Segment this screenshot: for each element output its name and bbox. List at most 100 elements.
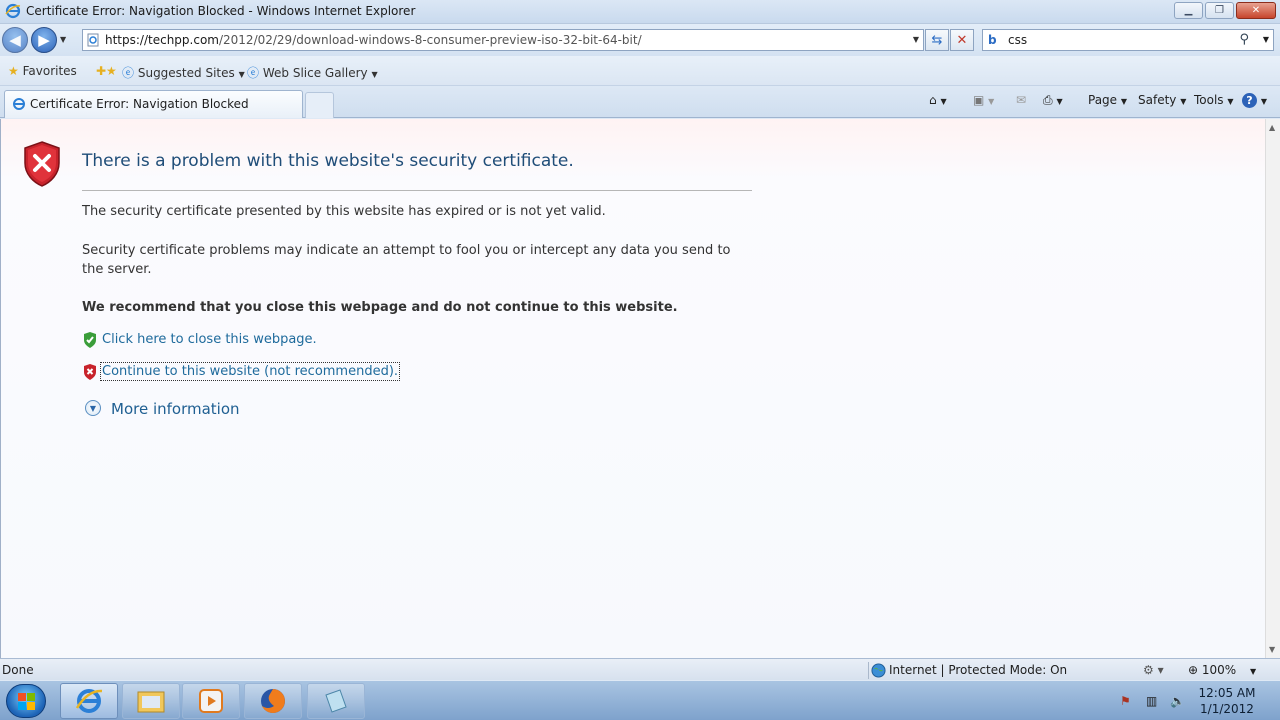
taskbar-firefox[interactable] [244, 683, 302, 719]
start-button[interactable] [6, 684, 46, 718]
url-host: https://techpp.com [105, 33, 219, 47]
clock-time: 12:05 AM [1198, 686, 1256, 700]
printer-icon: ⎙ [1043, 93, 1053, 107]
bing-icon: b [988, 33, 997, 47]
folder-icon [137, 691, 165, 713]
chevron-down-icon: ▼ [1120, 97, 1128, 106]
taskbar-internet-explorer[interactable] [60, 683, 118, 719]
globe-icon [871, 663, 886, 678]
action-center-icon[interactable]: ⚑ [1120, 694, 1131, 708]
forward-arrow-icon: ▶ [38, 31, 50, 49]
firefox-icon [261, 689, 285, 713]
chevron-down-icon: ▼ [1250, 667, 1257, 676]
favorites-item-web-slice-gallery[interactable]: ⓔ Web Slice Gallery ▼ [247, 64, 378, 81]
home-button[interactable]: ⌂ ▼ [929, 93, 947, 107]
chevron-down-icon: ▼ [1260, 97, 1267, 106]
tab-bar: Certificate Error: Navigation Blocked ⌂ … [0, 86, 1280, 118]
expand-more-info-icon[interactable]: ▼ [85, 400, 101, 416]
scroll-up-icon[interactable]: ▲ [1269, 123, 1275, 132]
safety-menu-label: Safety [1138, 93, 1177, 107]
status-bar: Done Internet | Protected Mode: On ⚙ ▾ ⊕… [0, 658, 1280, 680]
feeds-button[interactable]: ▣ ▼ [973, 93, 994, 107]
scroll-down-icon[interactable]: ▼ [1269, 645, 1275, 654]
zoom-level: 100% [1201, 663, 1237, 677]
address-bar[interactable]: https://techpp.com/2012/02/29/download-w… [82, 29, 924, 51]
url-path: /2012/02/29/download-windows-8-consumer-… [218, 33, 642, 47]
system-clock[interactable]: 12:05 AM 1/1/2012 [1192, 685, 1262, 717]
navigation-bar: ◀ ▶ ▼ https://techpp.com/2012/02/29/down… [0, 24, 1280, 56]
zoom-icon: ⊕ [1188, 663, 1199, 677]
help-button[interactable]: ? ▼ [1242, 93, 1267, 108]
vertical-scrollbar[interactable]: ▲ ▼ [1265, 119, 1280, 658]
green-shield-check-icon [84, 332, 96, 348]
read-mail-icon[interactable]: ✉ [1016, 93, 1026, 107]
taskbar-notepad[interactable] [307, 683, 365, 719]
internet-explorer-icon [75, 689, 103, 713]
chevron-down-icon: ▼ [1056, 97, 1063, 106]
page-icon: ⓔ [122, 66, 135, 80]
chevron-down-icon: ▼ [940, 97, 947, 106]
chevron-down-icon: ▼ [988, 97, 995, 106]
favorites-item-label: Web Slice Gallery [262, 66, 368, 80]
chevron-down-icon: ▼ [1180, 97, 1187, 106]
chevron-down-icon: ▼ [238, 70, 245, 79]
print-button[interactable]: ⎙ ▼ [1043, 93, 1063, 108]
window-title: Certificate Error: Navigation Blocked - … [26, 4, 416, 18]
favorites-item-suggested-sites[interactable]: ⓔ Suggested Sites ▼ [122, 64, 245, 81]
favorites-bar: ★ Favorites ✚★ ⓔ Suggested Sites ▼ ⓔ Web… [0, 56, 1280, 86]
back-button[interactable]: ◀ [2, 27, 28, 53]
windows-logo-icon [18, 693, 35, 710]
search-icon[interactable]: ⚲ [1239, 32, 1249, 47]
page-icon: ⓔ [247, 66, 260, 80]
zoom-control[interactable]: ⊕ 100% ▼ [1188, 663, 1256, 677]
back-arrow-icon: ◀ [9, 31, 21, 49]
taskbar-windows-explorer[interactable] [122, 683, 180, 719]
tools-menu[interactable]: Tools ▼ [1194, 93, 1234, 107]
page-menu[interactable]: Page ▼ [1088, 93, 1127, 107]
security-zone[interactable]: Internet | Protected Mode: On [868, 662, 1138, 679]
tab-certificate-error[interactable]: Certificate Error: Navigation Blocked [4, 90, 303, 118]
add-to-favorites-bar-icon[interactable]: ✚★ [96, 64, 117, 78]
safety-menu[interactable]: Safety ▼ [1138, 93, 1186, 107]
compatibility-icon: ⇆ [931, 32, 943, 48]
search-input[interactable]: css [1008, 33, 1027, 47]
new-tab-button[interactable] [305, 92, 334, 118]
close-window-button[interactable]: ✕ [1236, 2, 1276, 19]
address-url[interactable]: https://techpp.com/2012/02/29/download-w… [105, 33, 642, 47]
volume-muted-icon[interactable]: 🔈 [1170, 694, 1185, 708]
home-icon: ⌂ [929, 93, 937, 107]
feed-icon: ▣ [973, 93, 985, 107]
compatibility-view-button[interactable]: ⇆ [925, 29, 949, 51]
stop-button[interactable]: ✕ [950, 29, 974, 51]
forward-button[interactable]: ▶ [31, 27, 57, 53]
search-box[interactable]: b css ⚲ ▼ [982, 29, 1274, 51]
tab-label: Certificate Error: Navigation Blocked [30, 97, 249, 111]
continue-to-website-link[interactable]: Continue to this website (not recommende… [99, 362, 401, 381]
divider [82, 190, 752, 191]
certificate-expired-text: The security certificate presented by th… [82, 204, 606, 219]
notepad-icon [325, 689, 347, 713]
favorites-item-label: Suggested Sites [137, 66, 235, 80]
page-icon [87, 33, 99, 47]
more-information-link[interactable]: More information [111, 400, 240, 418]
taskbar: ⚑ ▥ 🔈 12:05 AM 1/1/2012 [0, 680, 1280, 720]
page-menu-label: Page [1088, 93, 1118, 107]
favorites-button[interactable]: ★ Favorites [8, 64, 77, 78]
recent-pages-dropdown-icon[interactable]: ▼ [60, 35, 66, 44]
close-webpage-link[interactable]: Click here to close this webpage. [102, 332, 317, 347]
clock-date: 1/1/2012 [1200, 702, 1254, 716]
security-zone-label: Internet | Protected Mode: On [889, 663, 1068, 677]
favorites-label: Favorites [22, 64, 77, 78]
media-player-icon [199, 689, 223, 713]
help-icon: ? [1242, 93, 1257, 108]
taskbar-media-player[interactable] [182, 683, 240, 719]
address-dropdown-icon[interactable]: ▼ [913, 35, 919, 44]
search-options-dropdown-icon[interactable]: ▼ [1263, 35, 1269, 44]
recommendation-text: We recommend that you close this webpage… [82, 300, 678, 315]
network-icon[interactable]: ▥ [1146, 694, 1157, 708]
maximize-button[interactable]: ❐ [1205, 2, 1234, 19]
security-warning-text: Security certificate problems may indica… [82, 243, 731, 277]
protected-mode-settings-icon[interactable]: ⚙ ▾ [1143, 663, 1164, 677]
star-icon: ★ [8, 64, 19, 78]
minimize-button[interactable]: ▁ [1174, 2, 1203, 19]
